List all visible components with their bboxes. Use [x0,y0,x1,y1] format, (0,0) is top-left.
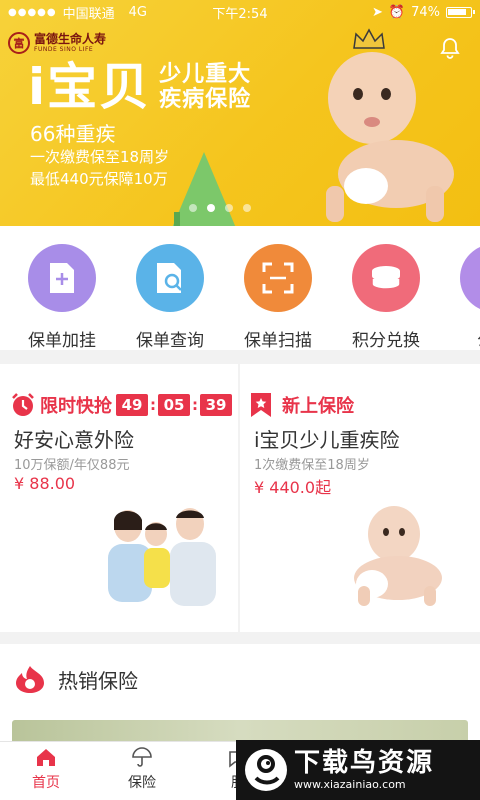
banner-pager[interactable] [189,204,251,212]
quick-action-label: 保单扫描 [244,331,312,351]
building-icon [460,244,480,312]
alarm-clock-icon [12,393,34,416]
flash-sale-tag: 限时快抢 [40,396,112,417]
location-icon: ➤ [372,4,383,20]
bird-logo-icon [245,749,287,791]
alarm-icon: ⏰ [388,4,406,20]
baby-image [354,506,442,606]
carrier-label: 中国联通 [62,6,115,22]
network-label: 4G [128,4,148,20]
signal-icon: ●●●●● [8,6,57,18]
promo-card-flash-sale[interactable]: 限时快抢 49 : 05 : 39 好安心意外险 10万保额/年仅88元 ¥ 8… [0,364,238,632]
coins-icon [352,244,420,312]
brand-mark-icon: 富 [8,32,30,54]
scan-icon [244,244,312,312]
quick-action-add-policy[interactable]: 保单加挂 [12,244,112,351]
countdown-hours: 49 [116,394,148,416]
brand-name: 富德生命人寿 [34,32,107,46]
tab-home[interactable]: 首页 [6,746,86,792]
quick-actions: 保单加挂 保单查询 保单扫描 积分兑换 公司 [0,226,480,351]
hot-flame-icon [16,666,44,693]
product-title: i宝贝少儿重疾险 [254,428,400,452]
tab-label: 首页 [32,775,60,791]
quick-action-scan-policy[interactable]: 保单扫描 [228,244,328,351]
home-screen: ●●●●● 中国联通 4G 下午2:54 ➤ ⏰ 74% 富 富德生命人寿 FU… [0,0,480,800]
tab-label: 保险 [128,775,156,791]
pager-dot[interactable] [225,204,233,212]
status-bar: ●●●●● 中国联通 4G 下午2:54 ➤ ⏰ 74% [0,0,480,24]
promo-banner[interactable]: ●●●●● 中国联通 4G 下午2:54 ➤ ⏰ 74% 富 富德生命人寿 FU… [0,0,480,226]
product-description: 10万保额/年仅88元 [14,458,130,473]
family-image [108,508,216,606]
countdown-minutes: 05 [158,394,190,416]
banner-detail-2: 最低440元保障10万 [30,170,168,188]
watermark-title: 下载鸟资源 [294,748,435,779]
search-document-icon [136,244,204,312]
quick-action-query-policy[interactable]: 保单查询 [120,244,220,351]
product-title: 好安心意外险 [14,428,134,452]
quick-action-label: 积分兑换 [352,331,420,351]
new-insurance-tag: 新上保险 [282,396,354,417]
bookmark-star-icon [251,393,271,417]
pager-dot[interactable] [207,204,215,212]
countdown-timer: 49 : 05 : 39 [116,394,232,416]
banner-detail-1: 一次缴费保至18周岁 [30,148,170,166]
promo-cards: 限时快抢 49 : 05 : 39 好安心意外险 10万保额/年仅88元 ¥ 8… [0,364,480,632]
promo-card-new-insurance[interactable]: 新上保险 i宝贝少儿重疾险 1次缴费保至18周岁 ¥ 440.0起 [240,364,480,632]
product-price: ¥ 88.00 [14,474,76,493]
tree-decoration [172,152,236,226]
baby-image [326,52,454,222]
banner-headline-line1: 少儿重大 [159,62,252,87]
quick-action-company[interactable]: 公司 [444,244,480,351]
umbrella-icon [132,747,152,767]
banner-headline-line2: 疾病保险 [159,87,252,113]
pager-dot[interactable] [189,204,197,212]
watermark: 下载鸟资源 www.xiazainiao.com [236,740,480,800]
battery-percent: 74% [411,4,440,20]
watermark-url: www.xiazainiao.com [294,777,406,791]
banner-subtitle: 66种重疾 [30,122,116,146]
brand-name-en: FUNDE SINO LIFE [34,46,94,53]
add-document-icon [28,244,96,312]
product-price: ¥ 440.0起 [254,478,332,497]
quick-action-points-exchange[interactable]: 积分兑换 [336,244,436,351]
product-description: 1次缴费保至18周岁 [254,458,370,473]
banner-headline: i宝贝 [28,58,152,117]
home-icon [37,749,55,766]
tab-insurance[interactable]: 保险 [102,746,182,792]
section-title: 热销保险 [58,668,138,693]
battery-icon [446,6,475,18]
clock: 下午2:54 [212,6,268,22]
brand-logo: 富 富德生命人寿 FUNDE SINO LIFE [8,32,106,54]
countdown-seconds: 39 [200,394,232,416]
quick-action-label: 保单查询 [136,331,204,351]
pager-dot[interactable] [243,204,251,212]
quick-action-label: 保单加挂 [28,331,96,351]
